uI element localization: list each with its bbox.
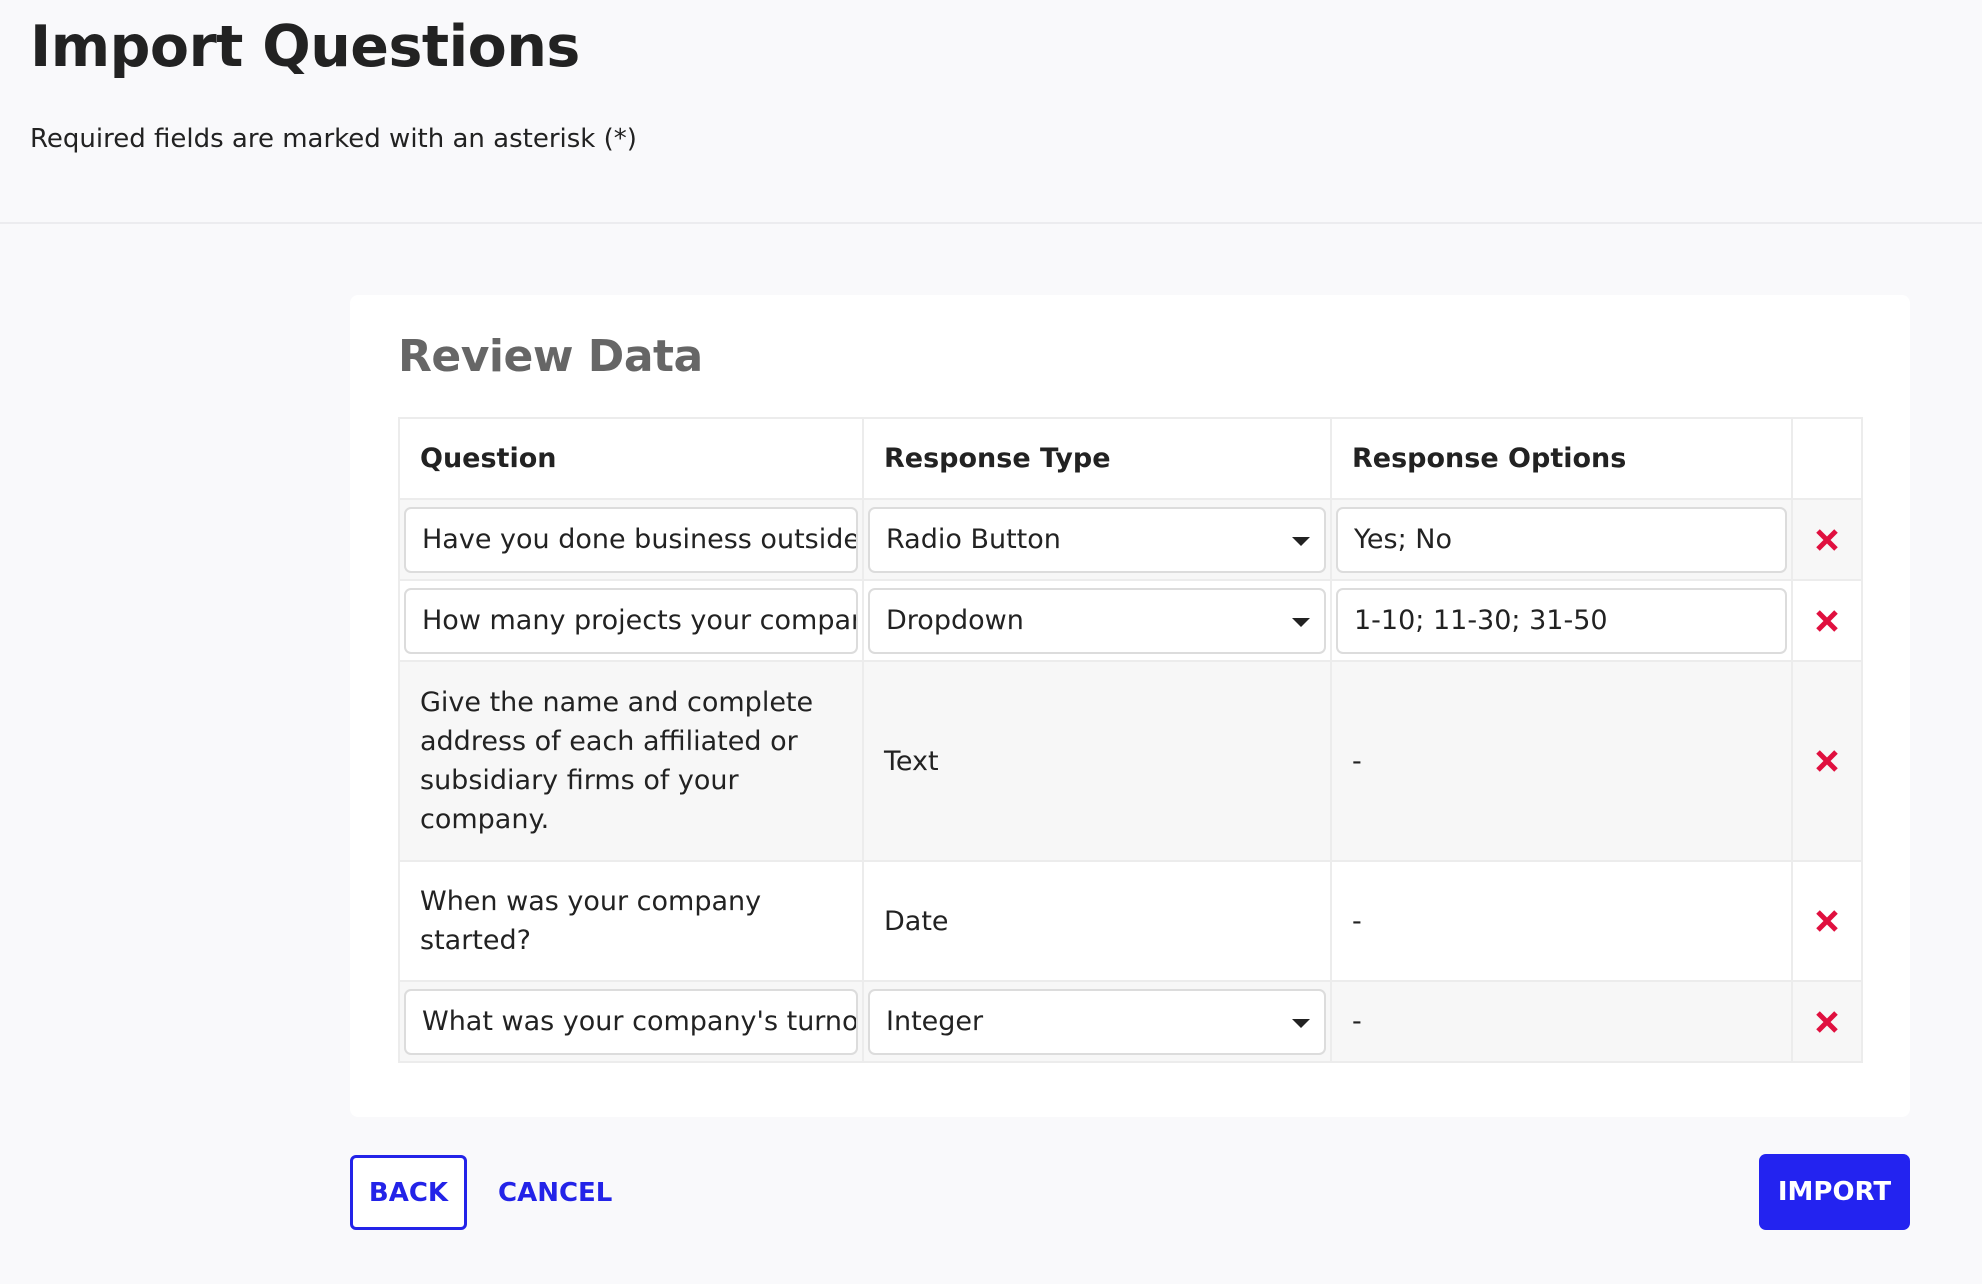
table-row: When was your company started? Date - (398, 860, 1863, 982)
response-type-value: Dropdown (886, 604, 1024, 636)
review-data-card: Review Data Question Response Type Respo… (350, 295, 1910, 1117)
delete-row-button[interactable] (1811, 745, 1843, 777)
delete-row-button[interactable] (1811, 605, 1843, 637)
close-x-icon (1816, 910, 1838, 933)
close-x-icon (1816, 609, 1838, 632)
question-input[interactable]: What was your company's turnover last ye… (404, 988, 858, 1055)
response-type-select[interactable]: Integer (868, 988, 1326, 1055)
delete-row-button[interactable] (1811, 524, 1843, 556)
response-options-text: - (1330, 660, 1793, 862)
question-text: When was your company started? (398, 860, 864, 982)
close-x-icon (1816, 1010, 1838, 1033)
back-button[interactable]: BACK (350, 1155, 467, 1230)
card-title: Review Data (398, 331, 703, 382)
response-options-input[interactable]: Yes; No (1336, 506, 1787, 573)
required-fields-note: Required fields are marked with an aster… (30, 124, 637, 154)
cancel-button[interactable]: CANCEL (482, 1155, 628, 1230)
response-type-text: Text (862, 660, 1332, 862)
response-type-select[interactable]: Radio Button (868, 506, 1326, 573)
question-input[interactable]: How many projects your company has compl… (404, 587, 858, 654)
import-button[interactable]: IMPORT (1759, 1154, 1910, 1230)
response-type-value: Radio Button (886, 523, 1061, 555)
table-row: How many projects your company has compl… (398, 579, 1863, 662)
caret-down-icon (1292, 1018, 1310, 1028)
caret-down-icon (1292, 617, 1310, 627)
delete-row-button[interactable] (1811, 1006, 1843, 1038)
question-input[interactable]: Have you done business outside the count… (404, 506, 858, 573)
response-options-text: - (1330, 980, 1793, 1063)
column-header-question: Question (398, 417, 864, 500)
table-row: What was your company's turnover last ye… (398, 980, 1863, 1063)
question-text: Give the name and complete address of ea… (398, 660, 864, 862)
response-options-text: - (1330, 860, 1793, 982)
caret-down-icon (1292, 536, 1310, 546)
column-header-actions (1791, 417, 1863, 500)
table-header-row: Question Response Type Response Options (398, 417, 1863, 500)
column-header-response-type: Response Type (862, 417, 1332, 500)
response-type-value: Integer (886, 1005, 984, 1037)
response-type-select[interactable]: Dropdown (868, 587, 1326, 654)
page-title: Import Questions (30, 14, 580, 80)
close-x-icon (1816, 750, 1838, 773)
column-header-response-options: Response Options (1330, 417, 1793, 500)
page-header: Import Questions Required fields are mar… (0, 0, 1982, 224)
table-row: Give the name and complete address of ea… (398, 660, 1863, 862)
table-row: Have you done business outside the count… (398, 498, 1863, 581)
review-data-table: Question Response Type Response Options … (398, 417, 1863, 1063)
delete-row-button[interactable] (1811, 905, 1843, 937)
response-options-input[interactable]: 1-10; 11-30; 31-50 (1336, 587, 1787, 654)
close-x-icon (1816, 528, 1838, 551)
response-type-text: Date (862, 860, 1332, 982)
